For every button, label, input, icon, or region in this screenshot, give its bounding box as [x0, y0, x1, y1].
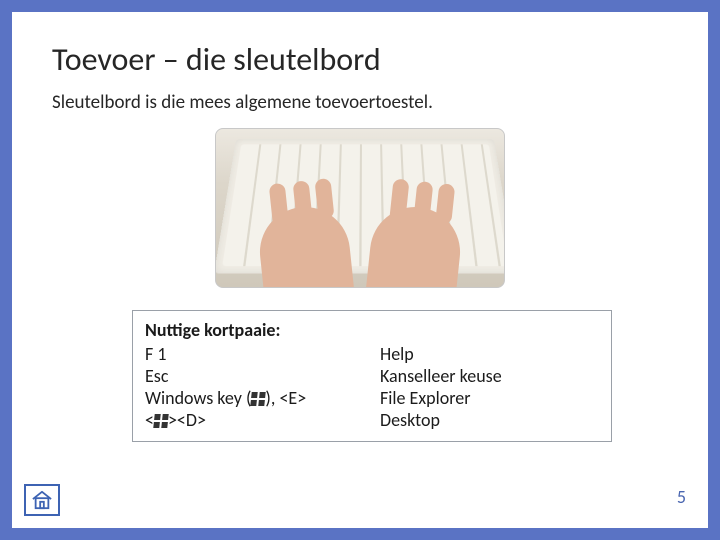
shortcut-desc: File Explorer	[380, 387, 599, 409]
shortcut-row: Esc Kanselleer keuse	[145, 365, 599, 387]
page-number: 5	[677, 486, 686, 508]
shortcut-row: F 1 Help	[145, 343, 599, 365]
windows-icon	[251, 392, 266, 406]
shortcuts-box: Nuttige kortpaaie: F 1 Help Esc Kanselle…	[132, 310, 612, 442]
shortcut-key: F 1	[145, 343, 380, 365]
shortcut-row: Windows key (), <E> File Explorer	[145, 387, 599, 409]
shortcut-desc: Kanselleer keuse	[380, 365, 599, 387]
shortcut-desc: Desktop	[380, 409, 599, 431]
shortcut-key: <><D>	[145, 409, 380, 431]
slide-title: Toevoer – die sleutelbord	[52, 40, 668, 79]
slide-subtitle: Sleutelbord is die mees algemene toevoer…	[52, 91, 668, 114]
shortcut-row: <><D> Desktop	[145, 409, 599, 431]
keyboard-photo	[215, 128, 505, 288]
home-icon	[31, 490, 53, 510]
shortcut-desc: Help	[380, 343, 599, 365]
windows-icon	[153, 414, 168, 428]
shortcuts-heading: Nuttige kortpaaie:	[145, 319, 599, 341]
slide: Toevoer – die sleutelbord Sleutelbord is…	[0, 0, 720, 540]
shortcut-key: Esc	[145, 365, 380, 387]
home-button[interactable]	[24, 484, 60, 516]
shortcut-key: Windows key (), <E>	[145, 387, 380, 409]
keyboard-illustration	[215, 128, 505, 288]
